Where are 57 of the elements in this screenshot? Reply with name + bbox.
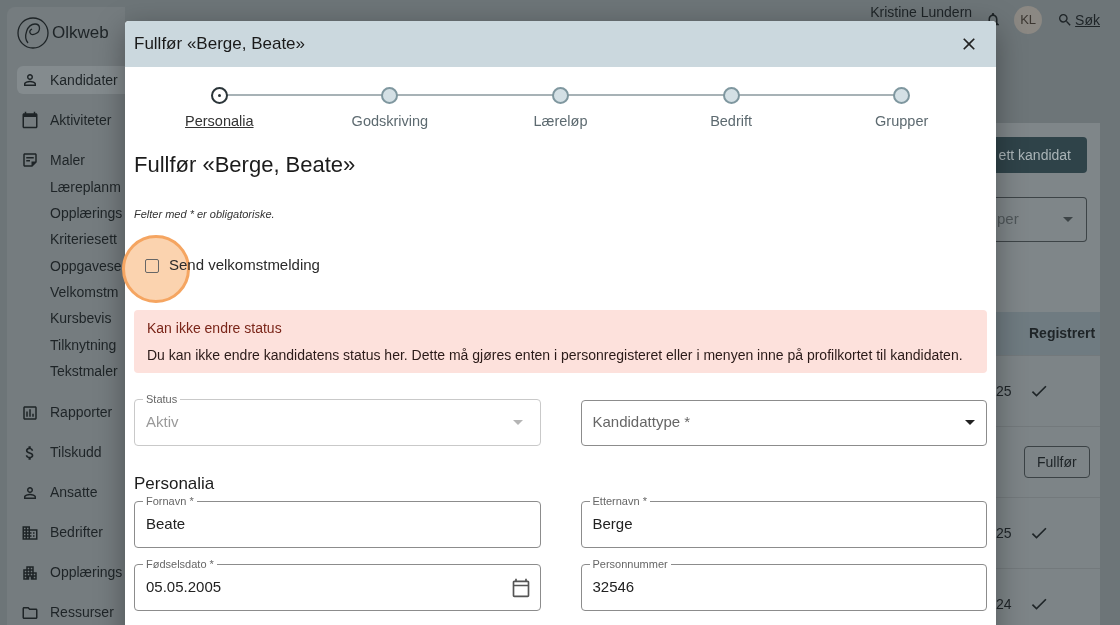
sidebar-item[interactable]: Ressurser [17, 598, 125, 625]
candidate-type-select[interactable]: Kandidattype * [580, 399, 987, 446]
table-cell: 25 [996, 525, 1012, 541]
required-note: Felter med * er obligatoriske. [134, 206, 276, 221]
logo-text: Olkweb [52, 22, 109, 45]
sidebar-subitem[interactable]: Tilknytning [17, 332, 125, 359]
note-icon [21, 151, 39, 169]
sidebar-item[interactable]: Kandidater [17, 66, 125, 94]
apartment-building-icon [21, 563, 39, 582]
sidebar-subitem[interactable]: Kursbevis [17, 305, 125, 333]
complete-button[interactable]: Fullfør [1024, 446, 1090, 478]
sidebar-item[interactable]: Ansatte [17, 478, 125, 507]
calendar-icon[interactable] [510, 577, 531, 598]
sidebar-item[interactable]: Bedrifter [17, 518, 125, 547]
checkbox[interactable] [145, 258, 159, 273]
sidebar-subitem[interactable]: Opplærings [17, 200, 125, 227]
column-header: Registrert [1029, 324, 1096, 343]
alert-message: Du kan ikke endre kandidatens status her. Dette må gjøres enten i personregisteret eller i menyen inne på profilkortet til kandidaten. [147, 345, 964, 365]
building-icon [21, 523, 39, 542]
stepper-step[interactable]: Læreløp [533, 86, 588, 131]
sidebar-subitem[interactable]: Oppgavese [17, 253, 125, 280]
alert-title: Kan ikke endre status [147, 318, 283, 338]
stepper-step[interactable]: Personalia [185, 86, 254, 131]
table-cell: 25 [996, 383, 1012, 399]
dropdown-caret-icon [1063, 217, 1073, 222]
dialog-heading: Fullfør «Berge, Beate» [134, 150, 357, 179]
text-field[interactable]: Fornavn * Beate [134, 495, 541, 548]
bar-chart-icon [21, 403, 39, 422]
calendar-icon [21, 111, 39, 129]
stepper-step[interactable]: Grupper [875, 86, 929, 131]
logo-icon [17, 17, 49, 49]
search-icon[interactable] [1057, 12, 1074, 28]
dialog-title: Fullfør «Berge, Beate» [134, 33, 306, 56]
dropdown-caret-icon [512, 420, 523, 425]
user-name: Kristine Lundern [870, 4, 973, 20]
user-avatar[interactable]: KL [1014, 6, 1043, 34]
stepper-step[interactable]: Bedrift [710, 86, 753, 131]
sidebar-item[interactable]: Rapporter [17, 398, 125, 427]
sidebar-subitem[interactable]: Tekstmaler [17, 358, 125, 385]
sidebar-subitem[interactable]: Velkomstm [17, 279, 125, 306]
text-field[interactable]: Personnummer 32546 [580, 558, 987, 611]
checkbox-label[interactable]: Send velkomstmelding [169, 254, 320, 277]
date-field[interactable]: Fødselsdato * 05.05.2005 [134, 558, 541, 611]
stepper-step[interactable]: Godskriving [351, 86, 429, 131]
sidebar-item[interactable]: Aktiviteter [17, 106, 125, 134]
person-icon [21, 71, 39, 89]
sidebar-item[interactable]: Maler [17, 146, 125, 174]
sidebar-subitem[interactable]: Læreplanm [17, 173, 125, 201]
dropdown-caret-icon [965, 420, 975, 425]
table-cell: 24 [996, 596, 1012, 612]
text-field[interactable]: Etternavn * Berge [580, 495, 987, 548]
create-candidate-button[interactable]: ett kandidat [996, 137, 1087, 173]
sidebar-item[interactable]: Tilskudd [17, 438, 125, 467]
sidebar-subitem[interactable]: Kriteriesett [17, 226, 125, 253]
search-link[interactable]: Søk [1075, 9, 1100, 31]
sidebar-item[interactable]: Opplærings [17, 558, 125, 587]
section-heading: Personalia [134, 472, 216, 495]
